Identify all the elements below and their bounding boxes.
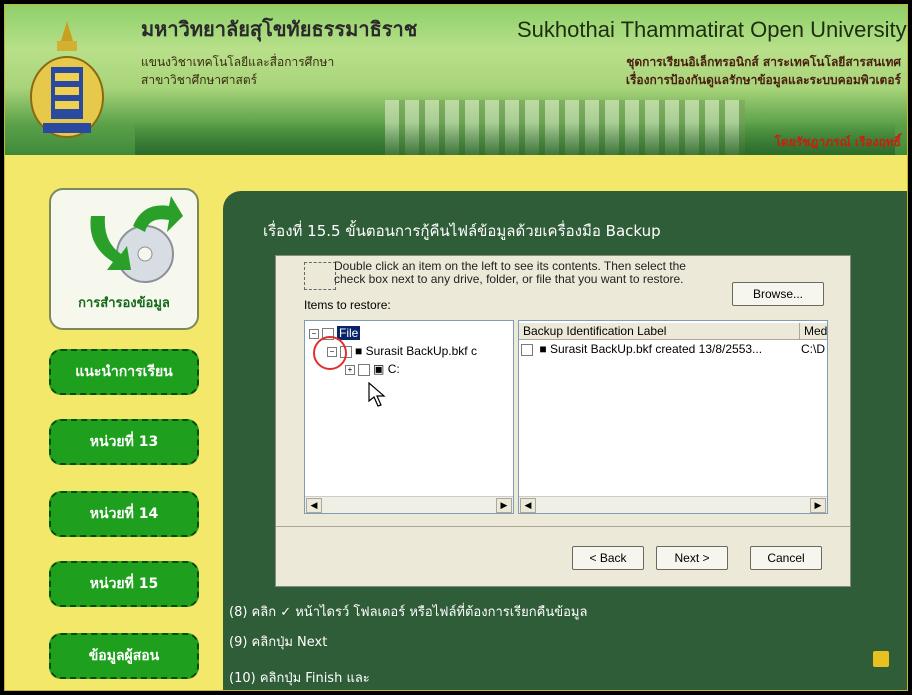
instruction-steps: (8) คลิก ✓ หน้าไดรว์ โฟลเดอร์ หรือไฟล์ที… xyxy=(223,587,907,690)
browse-button[interactable]: Browse... xyxy=(732,282,824,306)
restore-wizard-window: Double click an item on the left to see … xyxy=(275,255,851,587)
school-line-2: สาขาวิชาศึกษาศาสตร์ xyxy=(141,73,258,87)
university-name-english: Sukhothai Thammatirat Open University xyxy=(517,17,907,42)
menu-unit-13-button[interactable]: หน่วยที่ 13 xyxy=(49,419,199,465)
list-scrollbar[interactable]: ◀ ▶ xyxy=(519,496,827,513)
scroll-right-icon[interactable]: ▶ xyxy=(810,498,826,513)
page-frame: มหาวิทยาลัยสุโขทัยธรรมาธิราช แขนงวิชาเทค… xyxy=(4,4,908,691)
step-10: (10) คลิกปุ่ม Finish และ xyxy=(229,671,370,686)
pointer-hint-icon xyxy=(304,262,336,290)
wizard-divider xyxy=(276,526,850,527)
backup-list[interactable]: Backup Identification Label Med ■ Surasi… xyxy=(518,320,828,514)
mouse-pointer-icon xyxy=(368,382,386,407)
university-logo-icon xyxy=(30,21,104,138)
collapse-icon[interactable]: − xyxy=(309,328,319,339)
column-header-label[interactable]: Backup Identification Label xyxy=(519,323,800,340)
scroll-left-icon[interactable]: ◀ xyxy=(306,498,322,513)
backup-row-media: C:\D xyxy=(801,342,825,356)
backup-row-label: Surasit BackUp.bkf created 13/8/2553... xyxy=(549,342,763,356)
tree-root-label[interactable]: File xyxy=(337,326,361,340)
next-button[interactable]: Next > xyxy=(656,546,728,570)
tree-backup-row[interactable]: − ■ Surasit BackUp.bkf c xyxy=(327,343,477,359)
menu-unit-14-button[interactable]: หน่วยที่ 14 xyxy=(49,491,199,537)
scroll-left-icon[interactable]: ◀ xyxy=(520,498,536,513)
series-line-2: เรื่องการป้องกันดูแลรักษาข้อมูลและระบบคอ… xyxy=(625,73,901,87)
backup-restore-icon xyxy=(90,196,183,283)
back-button[interactable]: < Back xyxy=(572,546,644,570)
tree-drive-checkbox[interactable] xyxy=(358,363,370,376)
backup-row-checkbox[interactable] xyxy=(521,343,533,356)
series-line-1: ชุดการเรียนอิเล็กทรอนิกส์ สาระเทคโนโลยีส… xyxy=(626,55,901,69)
tree-drive-row[interactable]: + ▣ C: xyxy=(345,361,400,377)
menu-instructor-button[interactable]: ข้อมูลผู้สอน xyxy=(49,633,199,679)
expand-icon[interactable]: + xyxy=(345,364,355,375)
tree-drive-label[interactable]: C: xyxy=(388,362,400,376)
floppy-icon: ■ xyxy=(539,342,547,356)
floppy-icon: ■ xyxy=(355,344,363,358)
speaker-icon[interactable] xyxy=(873,651,889,667)
topic-card-label: การสำรองข้อมูล xyxy=(78,296,170,311)
menu-intro-button[interactable]: แนะนำการเรียน xyxy=(49,349,199,395)
author-credit: โดยรัชฎาภรณ์ เรืองฤทธิ์ xyxy=(774,135,901,149)
step-8: (8) คลิก ✓ หน้าไดรว์ โฟลเดอร์ หรือไฟล์ที… xyxy=(229,605,588,620)
topic-card: การสำรองข้อมูล xyxy=(49,188,199,330)
header-banner: มหาวิทยาลัยสุโขทัยธรรมาธิราช แขนงวิชาเทค… xyxy=(5,5,907,155)
backup-list-row[interactable]: ■ Surasit BackUp.bkf created 13/8/2553..… xyxy=(521,341,762,357)
scroll-right-icon[interactable]: ▶ xyxy=(496,498,512,513)
cancel-button[interactable]: Cancel xyxy=(750,546,822,570)
items-to-restore-label: Items to restore: xyxy=(304,298,391,312)
tree-scrollbar[interactable]: ◀ ▶ xyxy=(305,496,513,513)
tree-backup-label[interactable]: Surasit BackUp.bkf c xyxy=(366,344,477,358)
page-title: เรื่องที่ 15.5 ขั้นตอนการกู้คืนไฟล์ข้อมู… xyxy=(263,222,661,240)
university-name-thai: มหาวิทยาลัยสุโขทัยธรรมาธิราช xyxy=(141,17,418,41)
highlight-circle xyxy=(313,336,347,370)
step-9: (9) คลิกปุ่ม Next xyxy=(229,635,328,650)
drive-icon: ▣ xyxy=(373,362,385,376)
menu-unit-15-button[interactable]: หน่วยที่ 15 xyxy=(49,561,199,607)
school-line-1: แขนงวิชาเทคโนโลยีและสื่อการศึกษา xyxy=(141,55,335,69)
column-header-media[interactable]: Med xyxy=(800,323,827,340)
